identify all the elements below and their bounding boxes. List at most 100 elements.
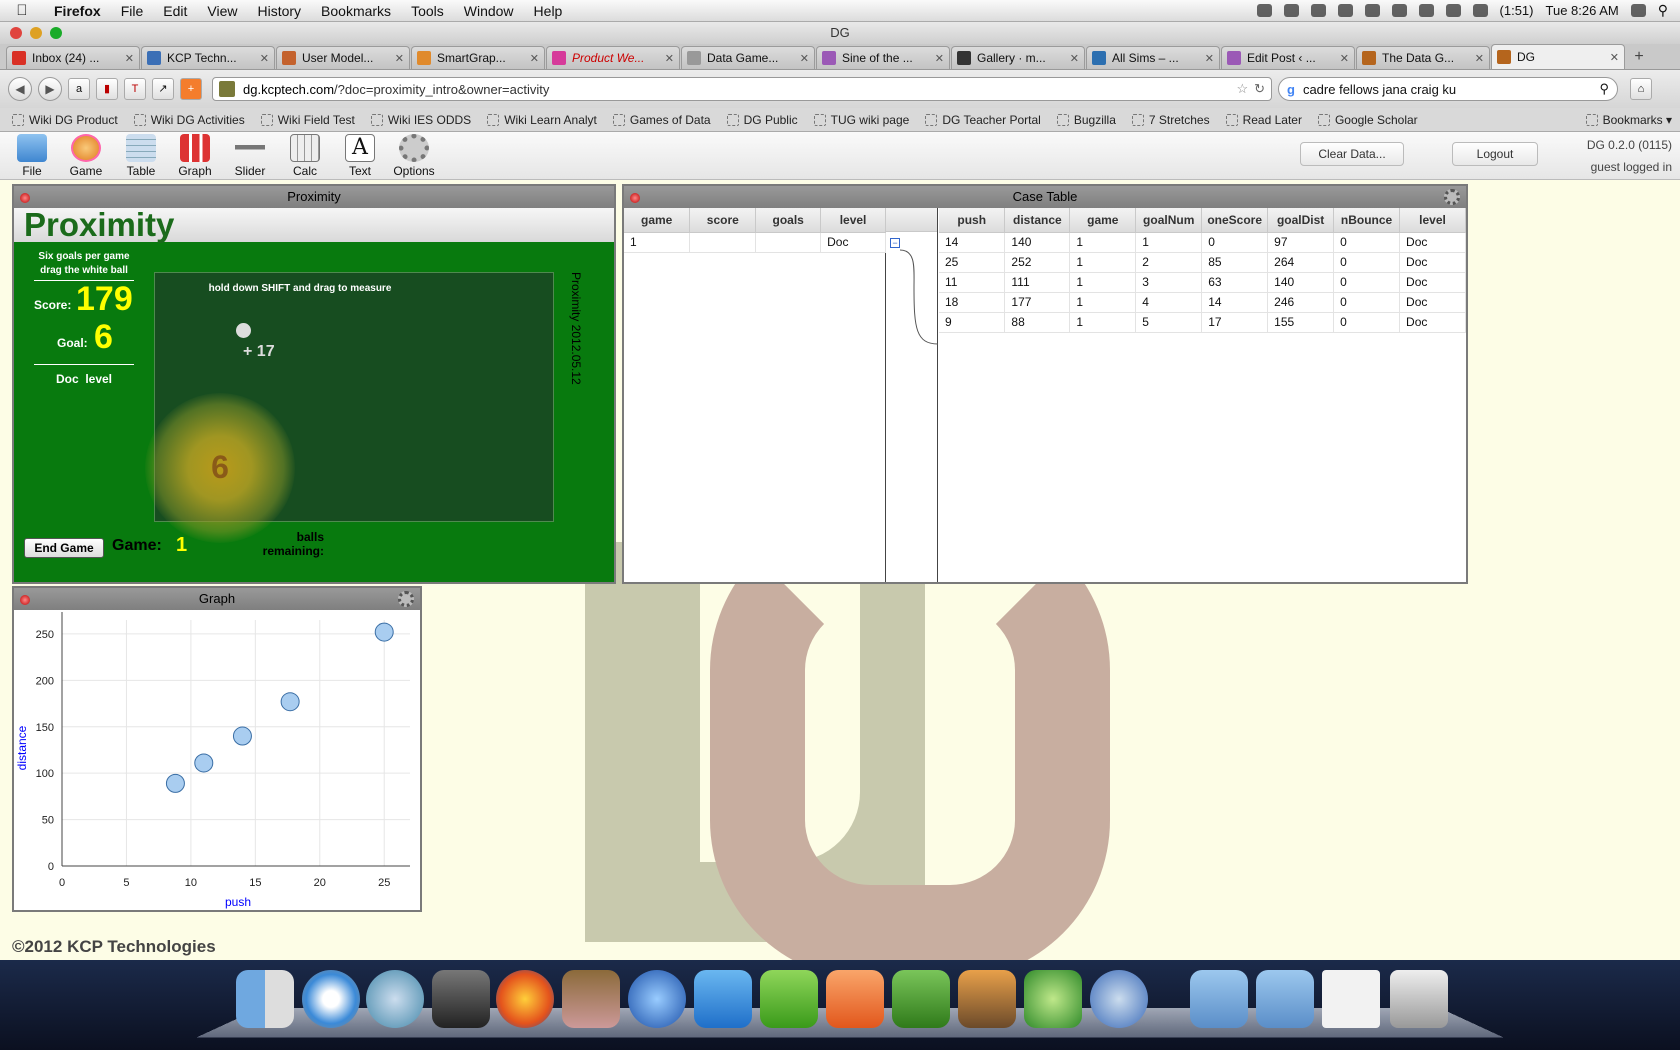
- menu-window[interactable]: Window: [454, 3, 524, 19]
- data-point[interactable]: [374, 622, 394, 642]
- column-header[interactable]: game: [1069, 208, 1137, 233]
- tab[interactable]: SmartGrap... ✕: [411, 46, 545, 69]
- table-cell[interactable]: 1: [1069, 292, 1137, 313]
- column-header[interactable]: game: [624, 208, 691, 233]
- close-tab-icon[interactable]: ✕: [1070, 52, 1079, 65]
- url-text[interactable]: dg.kcptech.com/?doc=proximity_intro&owne…: [243, 82, 1236, 97]
- data-point[interactable]: [280, 692, 300, 712]
- url-bar[interactable]: dg.kcptech.com/?doc=proximity_intro&owne…: [212, 77, 1272, 101]
- menu-file[interactable]: File: [111, 3, 154, 19]
- column-header[interactable]: distance: [1004, 208, 1071, 233]
- search-field[interactable]: g cadre fellows jana craig ku ⚲: [1278, 77, 1618, 101]
- close-tab-icon[interactable]: ✕: [935, 52, 944, 65]
- new-tab-button[interactable]: +: [1626, 46, 1652, 69]
- google-icon[interactable]: g: [1287, 82, 1295, 97]
- display-icon[interactable]: [1391, 4, 1407, 17]
- tool-graph[interactable]: Graph: [168, 134, 222, 178]
- close-tab-icon[interactable]: ✕: [260, 52, 269, 65]
- column-header[interactable]: oneScore: [1201, 208, 1269, 233]
- column-header[interactable]: level: [820, 208, 886, 233]
- bookmark-item[interactable]: Google Scholar: [1317, 113, 1418, 127]
- clock[interactable]: Tue 8:26 AM: [1546, 3, 1619, 18]
- add-bookmark-icon[interactable]: +: [180, 78, 202, 100]
- bookmark-item[interactable]: DG Teacher Portal: [925, 113, 1041, 127]
- forward-icon[interactable]: ▶: [38, 77, 62, 101]
- collapse-icon[interactable]: −: [890, 238, 900, 248]
- itunes-icon[interactable]: [628, 970, 686, 1028]
- search-icon[interactable]: ⚲: [1599, 81, 1609, 97]
- table-cell[interactable]: 140: [1004, 232, 1071, 253]
- facetime-icon[interactable]: [432, 970, 490, 1028]
- bookmark-item[interactable]: Wiki Field Test: [260, 113, 355, 127]
- close-tab-icon[interactable]: ✕: [800, 52, 809, 65]
- evernote-status-icon[interactable]: [1310, 4, 1326, 17]
- table-cell[interactable]: 63: [1201, 272, 1269, 293]
- tab[interactable]: Gallery · m... ✕: [951, 46, 1085, 69]
- table-cell[interactable]: 111: [1004, 272, 1071, 293]
- evernote-icon[interactable]: [892, 970, 950, 1028]
- cloud-icon[interactable]: [1283, 4, 1299, 17]
- close-tab-icon[interactable]: ✕: [1610, 51, 1619, 64]
- table-cell[interactable]: 25: [939, 252, 1006, 273]
- table-row[interactable]: 11 111 1 3 63 140 0 Doc: [939, 272, 1466, 293]
- table-cell[interactable]: 4: [1135, 292, 1203, 313]
- logout-button[interactable]: Logout: [1452, 142, 1538, 166]
- table-cell[interactable]: Doc: [1399, 312, 1466, 333]
- panel-titlebar[interactable]: Case Table: [624, 186, 1466, 208]
- site-identity-icon[interactable]: [219, 81, 235, 97]
- excel-icon[interactable]: [760, 970, 818, 1028]
- bookmark-item[interactable]: Games of Data: [612, 113, 711, 127]
- column-header[interactable]: score: [689, 208, 757, 233]
- table-cell[interactable]: 246: [1267, 292, 1335, 313]
- sync-icon[interactable]: [1090, 970, 1148, 1028]
- table-cell[interactable]: 14: [939, 232, 1006, 253]
- tab[interactable]: Data Game... ✕: [681, 46, 815, 69]
- bookmark-item[interactable]: DG Public: [726, 113, 798, 127]
- trash-icon[interactable]: [1390, 970, 1448, 1028]
- table-cell[interactable]: 9: [939, 312, 1006, 333]
- menu-bookmarks[interactable]: Bookmarks: [311, 3, 401, 19]
- table-cell[interactable]: Doc: [820, 232, 886, 253]
- back-icon[interactable]: ◀: [8, 77, 32, 101]
- volume-icon[interactable]: [1472, 4, 1488, 17]
- column-header[interactable]: level: [1399, 208, 1466, 233]
- tab[interactable]: All Sims – ... ✕: [1086, 46, 1220, 69]
- table-cell[interactable]: 85: [1201, 252, 1269, 273]
- apple-menu-icon[interactable]: : [0, 2, 44, 19]
- table-row[interactable]: 9 88 1 5 17 155 0 Doc: [939, 312, 1466, 333]
- close-tab-icon[interactable]: ✕: [530, 52, 539, 65]
- documents-folder-icon[interactable]: [1256, 970, 1314, 1028]
- word-icon[interactable]: [694, 970, 752, 1028]
- table-cell[interactable]: 0: [1333, 252, 1401, 273]
- close-panel-icon[interactable]: [20, 595, 30, 605]
- x-axis-label[interactable]: push: [225, 895, 251, 909]
- dropbox-icon[interactable]: [1256, 4, 1272, 17]
- tab[interactable]: Edit Post ‹ ... ✕: [1221, 46, 1355, 69]
- tool-options[interactable]: Options: [387, 134, 441, 178]
- bookmark-item[interactable]: 7 Stretches: [1131, 113, 1210, 127]
- tab[interactable]: User Model... ✕: [276, 46, 410, 69]
- time-machine-icon[interactable]: [1364, 4, 1380, 17]
- table-row[interactable]: 1 Doc: [624, 232, 886, 253]
- bluetooth-icon[interactable]: [1418, 4, 1434, 17]
- table-cell[interactable]: 0: [1333, 232, 1401, 253]
- share-icon[interactable]: ↗: [152, 78, 174, 100]
- tool-text[interactable]: A Text: [333, 134, 387, 178]
- battery-status[interactable]: (1:51): [1500, 3, 1534, 18]
- column-header[interactable]: goalDist: [1267, 208, 1335, 233]
- table-cell[interactable]: 252: [1004, 252, 1071, 273]
- table-cell[interactable]: Doc: [1399, 252, 1466, 273]
- table-row[interactable]: 18 177 1 4 14 246 0 Doc: [939, 292, 1466, 313]
- messages-icon[interactable]: [366, 970, 424, 1028]
- spotlight-icon[interactable]: ⚲: [1658, 2, 1668, 19]
- powerpoint-icon[interactable]: [826, 970, 884, 1028]
- data-point[interactable]: [194, 753, 214, 773]
- bookmarks-menu[interactable]: Bookmarks ▾: [1585, 113, 1672, 127]
- minimize-window-icon[interactable]: [30, 27, 42, 39]
- table-cell[interactable]: 2: [1135, 252, 1203, 273]
- table-cell[interactable]: 1: [1135, 232, 1203, 253]
- clear-data-button[interactable]: Clear Data...: [1300, 142, 1404, 166]
- readlater-icon[interactable]: ▮: [96, 78, 118, 100]
- tab[interactable]: Sine of the ... ✕: [816, 46, 950, 69]
- close-tab-icon[interactable]: ✕: [665, 52, 674, 65]
